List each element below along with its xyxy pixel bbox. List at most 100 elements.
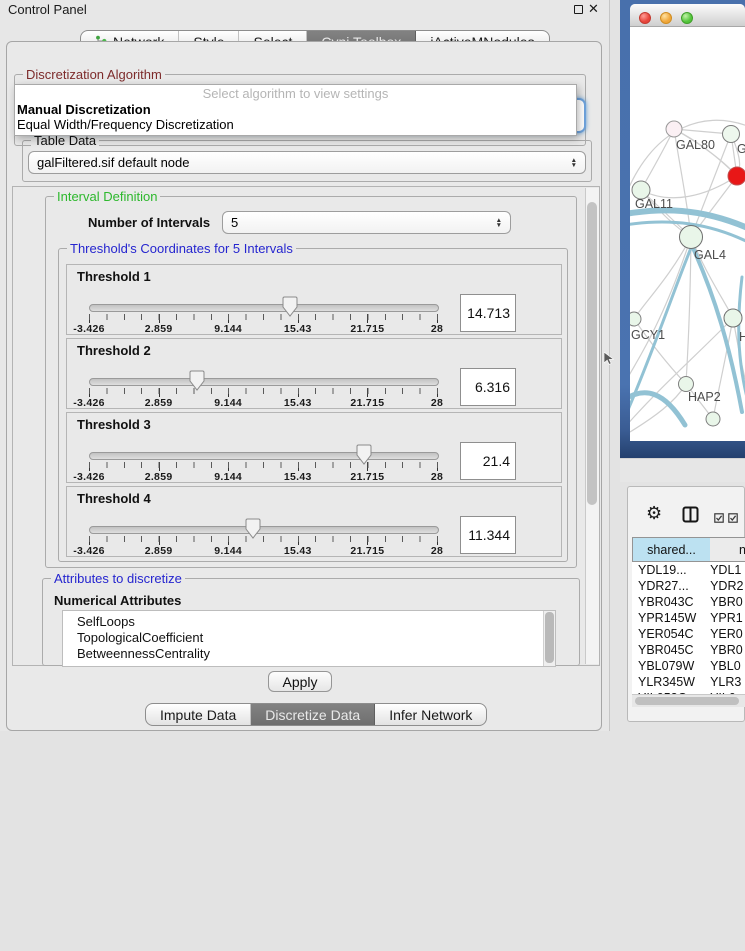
tick-marks [89,462,438,468]
cell-name[interactable]: YPR1 [706,610,745,626]
tick-label: 21.715 [350,545,384,557]
slider-track[interactable] [89,378,439,386]
threshold-value-field[interactable]: 21.4 [460,442,516,480]
numerical-attributes-list[interactable]: SelfLoops TopologicalCoefficient Between… [62,610,556,667]
checkbox-icon[interactable] [728,510,738,528]
table-row[interactable]: YBR045CYBR0 [632,642,745,658]
table-row[interactable]: YLR345WYLR3 [632,674,745,690]
attributes-scrollbar-thumb[interactable] [545,612,554,663]
tab-impute-data[interactable]: Impute Data [146,704,251,725]
column-header-shared-name[interactable]: shared... [632,537,711,562]
zoom-traffic-light-icon[interactable] [681,12,693,24]
node-label-gal4: GAL4 [694,248,726,262]
threshold-1-row: Threshold 1 -3.426 2.859 9.144 15.43 21.… [66,264,562,335]
tick-label: 2.859 [145,397,173,409]
threshold-slider[interactable]: -3.426 2.859 9.144 15.43 21.715 28 [89,339,437,410]
node-label-gal11: GAL11 [635,197,673,211]
close-icon[interactable]: ✕ [588,1,599,17]
node-bottom[interactable] [706,412,720,426]
vertical-scrollbar-thumb[interactable] [587,202,597,505]
list-item[interactable]: SelfLoops [63,614,555,630]
control-panel-titlebar[interactable]: Control Panel ✕ [0,0,610,19]
table-row[interactable]: YDR27...YDR2 [632,578,745,594]
gear-icon[interactable]: ⚙ [646,504,662,522]
cell-name[interactable]: YBL0 [706,658,745,674]
node-gal4[interactable] [680,226,703,249]
slider-track[interactable] [89,304,439,312]
slider-track[interactable] [89,526,439,534]
cell-shared-name[interactable]: YER054C [632,626,706,642]
dropdown-option-manual-discretization[interactable]: Manual Discretization [15,102,576,117]
tick-labels: -3.426 2.859 9.144 15.43 21.715 28 [89,545,437,556]
table-row[interactable]: YDL19...YDL1 [632,562,745,578]
control-panel-window: Control Panel ✕ Network Style [0,0,610,731]
node-top-right[interactable] [723,126,740,143]
list-item[interactable]: TopologicalCoefficient [63,630,555,646]
tick-label: 21.715 [350,397,384,409]
cell-shared-name[interactable]: YBR045C [632,642,706,658]
tick-label: 21.715 [350,471,384,483]
column-header-name[interactable]: n [710,537,745,562]
node-gcy1[interactable] [630,312,641,326]
threshold-value-field[interactable]: 11.344 [460,516,516,554]
table-row[interactable]: YPR145WYPR1 [632,610,745,626]
tick-label: -3.426 [73,397,105,409]
slider-thumb[interactable] [356,444,372,471]
threshold-value-field[interactable]: 6.316 [460,368,516,406]
cell-name[interactable]: YER0 [706,626,745,642]
threshold-slider[interactable]: -3.426 2.859 9.144 15.43 21.715 28 [89,487,437,558]
algorithm-dropdown-popup: Select algorithm to view settings Manual… [14,84,577,136]
float-window-icon[interactable] [574,5,583,14]
node-label-clipped: GA [737,142,745,156]
horizontal-scrollbar-thumb[interactable] [635,697,739,705]
slider-thumb[interactable] [282,296,298,323]
cell-name[interactable]: YDL1 [706,562,745,578]
network-window-titlebar[interactable] [630,4,745,27]
checkbox-icon[interactable] [714,510,724,528]
number-of-intervals-combobox[interactable]: 5 ▲▼ [222,211,511,234]
close-traffic-light-icon[interactable] [639,12,651,24]
screen: Control Panel ✕ Network Style [0,0,745,745]
network-canvas[interactable]: GAL80 GA GAL11 GAL4 GCY1 H HAP2 [630,27,745,441]
cell-name[interactable]: YBR0 [706,642,745,658]
tab-discretize-data[interactable]: Discretize Data [251,704,375,725]
node-label-gcy1: GCY1 [631,328,665,342]
tick-label: 9.144 [214,397,242,409]
tab-label: Impute Data [160,707,236,723]
column-layout-icon[interactable] [682,506,699,528]
dropdown-option-equal-width[interactable]: Equal Width/Frequency Discretization [15,117,576,132]
slider-track[interactable] [89,452,439,460]
cell-shared-name[interactable]: YBR043C [632,594,706,610]
cell-shared-name[interactable]: YLR345W [632,674,706,690]
list-item[interactable]: BetweennessCentrality [63,646,555,662]
tab-label: Discretize Data [265,707,360,723]
slider-thumb[interactable] [245,518,261,545]
minimize-traffic-light-icon[interactable] [660,12,672,24]
slider-thumb[interactable] [189,370,205,397]
node-right[interactable] [724,309,742,327]
dropdown-placeholder-option[interactable]: Select algorithm to view settings [15,85,576,102]
cell-name[interactable]: YDR2 [706,578,745,594]
table-row[interactable]: YBR043CYBR0 [632,594,745,610]
cell-shared-name[interactable]: YBL079W [632,658,706,674]
threshold-value-field[interactable]: 14.713 [460,294,516,332]
threshold-slider[interactable]: -3.426 2.859 9.144 15.43 21.715 28 [89,265,437,336]
tab-infer-network[interactable]: Infer Network [375,704,486,725]
cell-shared-name[interactable]: YDL19... [632,562,706,578]
node-red-selected[interactable] [728,167,745,185]
cell-shared-name[interactable]: YDR27... [632,578,706,594]
table-panel-header[interactable]: Table Panel [620,458,745,482]
cell-name[interactable]: YBR0 [706,594,745,610]
tick-marks [89,314,438,320]
cell-name[interactable]: YLR3 [706,674,745,690]
threshold-slider[interactable]: -3.426 2.859 9.144 15.43 21.715 28 [89,413,437,484]
tick-label: 21.715 [350,323,384,335]
node-gal80[interactable] [666,121,682,137]
table-row[interactable]: YBL079WYBL0 [632,658,745,674]
group-title: Discretization Algorithm [23,67,165,82]
tick-label: -3.426 [73,471,105,483]
cell-shared-name[interactable]: YPR145W [632,610,706,626]
table-row[interactable]: YER054CYER0 [632,626,745,642]
tab-label: Infer Network [389,707,472,723]
apply-button[interactable]: Apply [268,671,332,692]
